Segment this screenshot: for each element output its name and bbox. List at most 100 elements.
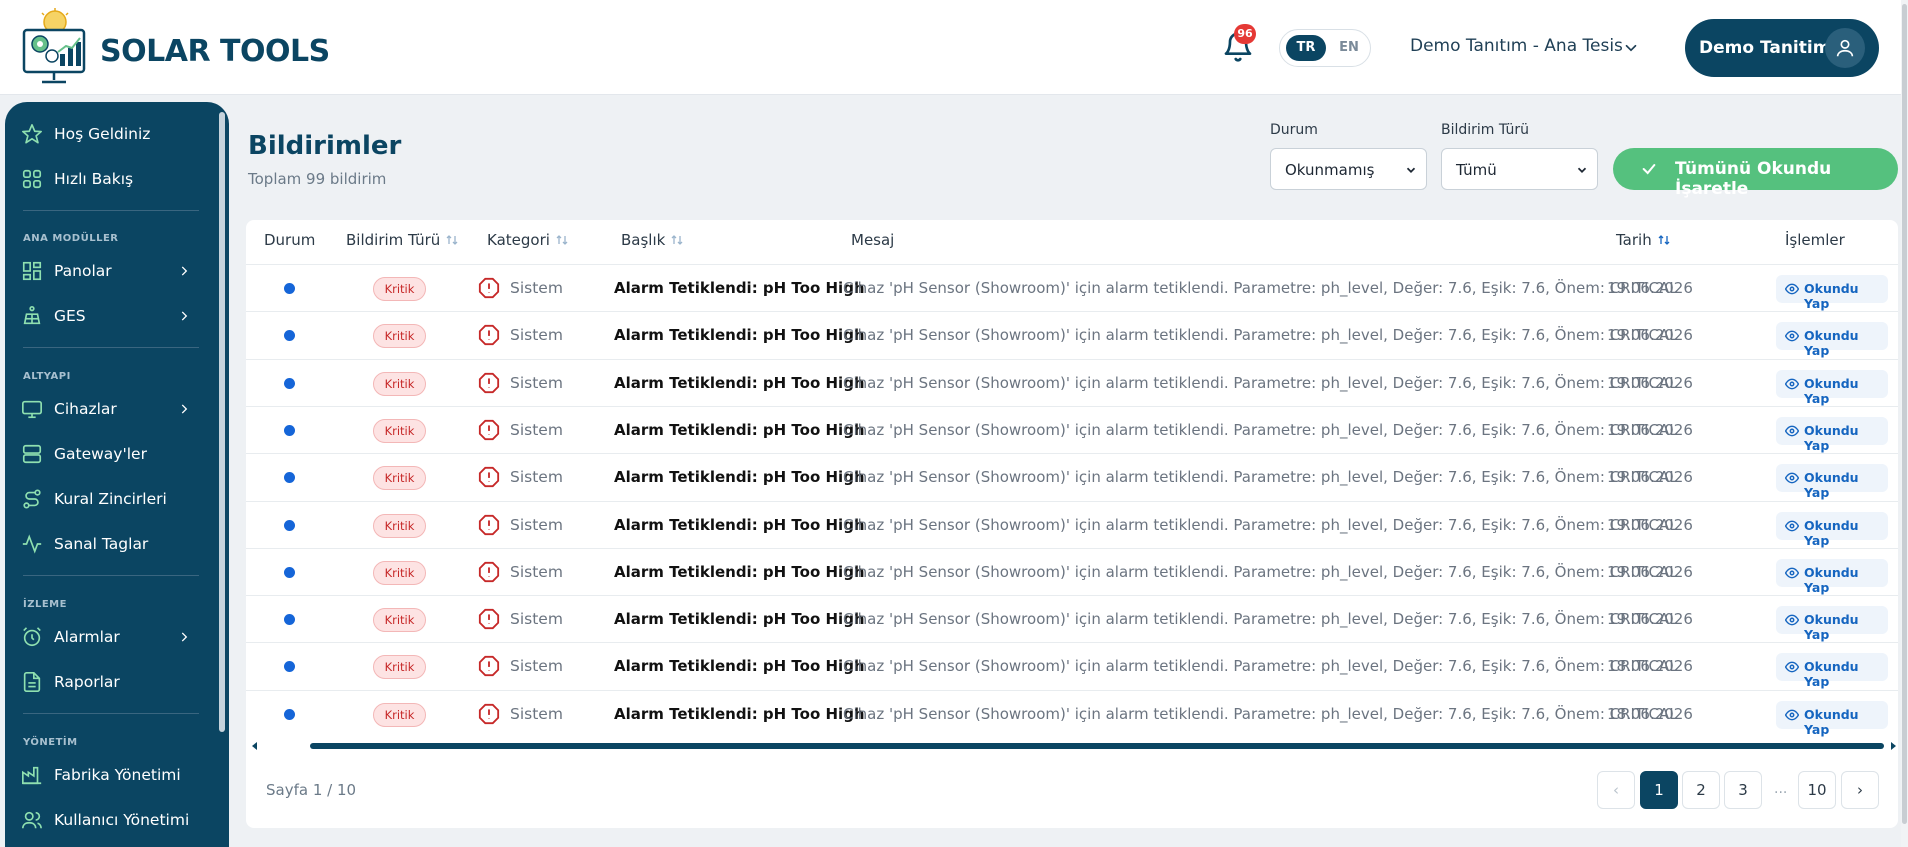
title-cell: Alarm Tetiklendi: pH Too High <box>614 610 865 629</box>
page-3-button[interactable]: 3 <box>1724 771 1762 809</box>
mark-read-button[interactable]: Okundu Yap <box>1776 464 1888 500</box>
type-filter-select[interactable]: Tümü <box>1441 148 1598 190</box>
user-menu-button[interactable]: Demo Tanitim <box>1685 19 1879 77</box>
status-filter-select[interactable]: Okunmamış <box>1270 148 1427 190</box>
sidebar-item-rule-chains[interactable]: Kural Zincirleri <box>5 480 215 518</box>
sidebar-item-virtual-tags[interactable]: Sanal Taglar <box>5 525 215 563</box>
title-cell: Alarm Tetiklendi: pH Too High <box>614 562 865 581</box>
table-row[interactable]: Kritik Sistem Alarm Tetiklendi: pH Too Hig… <box>246 547 1898 595</box>
type-badge: Kritik <box>373 513 426 538</box>
page-scroll-thumb[interactable] <box>1902 4 1907 824</box>
col-header-type[interactable]: Bildirim Türü <box>346 231 458 249</box>
mark-read-button[interactable]: Okundu Yap <box>1776 416 1888 453</box>
type-badge: Kritik <box>373 560 426 585</box>
title-cell: Alarm Tetiklendi: pH Too High <box>614 279 865 297</box>
sidebar-item-reports[interactable]: Raporlar <box>5 663 215 701</box>
scroll-thumb[interactable] <box>310 743 1884 749</box>
col-header-actions: İşlemler <box>1785 231 1845 249</box>
sidebar-item-user-management[interactable]: Kullanıcı Yönetimi <box>5 801 215 839</box>
page-2-button[interactable]: 2 <box>1682 771 1720 809</box>
page-1-button[interactable]: 1 <box>1640 771 1678 809</box>
message-cell: Cihaz 'pH Sensor (Showroom)' için alarm … <box>843 515 1678 534</box>
table-horizontal-scrollbar[interactable] <box>252 740 1896 752</box>
page-10-button[interactable]: 10 <box>1798 771 1836 809</box>
sidebar-section-monitor: İZLEME <box>23 599 67 610</box>
eye-icon <box>1785 662 1799 673</box>
scroll-right-arrow[interactable] <box>1891 742 1896 750</box>
grid-icon <box>22 169 42 189</box>
user-name: Demo Tanitim <box>1699 38 1831 58</box>
category-cell: Sistem <box>510 468 563 487</box>
sidebar-item-devices[interactable]: Cihazlar <box>5 390 215 428</box>
unread-dot <box>284 708 295 720</box>
solar-panel-icon <box>23 306 41 325</box>
table-row[interactable]: Kritik Sistem Alarm Tetiklendi: pH Too Hig… <box>246 689 1898 737</box>
col-header-date-label: Tarih <box>1616 231 1652 249</box>
table-row[interactable]: Kritik Sistem Alarm Tetiklendi: pH Too Hig… <box>246 500 1898 548</box>
route-icon <box>23 489 41 509</box>
table-row[interactable]: Kritik Sistem Alarm Tetiklendi: pH Too Hig… <box>246 264 1898 311</box>
lang-en-button[interactable]: EN <box>1332 35 1366 61</box>
table-row[interactable]: Kritik Sistem Alarm Tetiklendi: pH Too Hig… <box>246 358 1898 406</box>
unread-dot <box>284 519 295 531</box>
col-header-category[interactable]: Kategori <box>487 231 568 249</box>
sidebar-item-label: GES <box>54 307 86 325</box>
col-header-title[interactable]: Başlık <box>621 231 683 249</box>
type-badge: Kritik <box>373 608 426 633</box>
sidebar-item-alarms[interactable]: Alarmlar <box>5 618 215 656</box>
mark-read-button[interactable]: Okundu Yap <box>1776 275 1888 311</box>
next-page-button[interactable]: › <box>1841 771 1879 809</box>
title-cell: Alarm Tetiklendi: pH Too High <box>614 468 865 487</box>
table-row[interactable]: Kritik Sistem Alarm Tetiklendi: pH Too Hig… <box>246 453 1898 500</box>
activity-icon <box>22 534 42 554</box>
col-header-date[interactable]: Tarih <box>1616 231 1670 249</box>
chevron-down-icon <box>1406 167 1416 173</box>
mark-read-button[interactable]: Okundu Yap <box>1776 653 1888 689</box>
mark-read-button[interactable]: Okundu Yap <box>1776 700 1888 737</box>
alert-octagon-icon <box>478 372 500 393</box>
date-cell: 19.06.2026 <box>1607 420 1693 439</box>
category-cell: Sistem <box>510 657 563 676</box>
sidebar-section-main: ANA MODÜLLER <box>23 233 119 244</box>
mark-read-button[interactable]: Okundu Yap <box>1776 369 1888 406</box>
sidebar-item-dashboards[interactable]: Panolar <box>5 252 215 290</box>
sidebar-item-overview[interactable]: Hızlı Bakış <box>5 160 215 198</box>
sidebar-item-label: Kullanıcı Yönetimi <box>54 811 190 829</box>
mark-read-button[interactable]: Okundu Yap <box>1776 606 1888 642</box>
unread-dot <box>284 566 295 578</box>
table-row[interactable]: Kritik Sistem Alarm Tetiklendi: pH Too Hig… <box>246 642 1898 689</box>
sort-icon <box>446 235 458 245</box>
type-filter-value: Tümü <box>1456 161 1497 179</box>
status-filter-label: Durum <box>1270 122 1318 138</box>
sidebar-item-label: Hoş Geldiniz <box>54 125 151 143</box>
mark-all-read-label: Tümünü Okundu İşaretle <box>1675 159 1832 199</box>
sidebar-item-welcome[interactable]: Hoş Geldiniz <box>5 115 215 153</box>
mark-read-label: Okundu Yap <box>1804 612 1859 643</box>
pagination-info: Sayfa 1 / 10 <box>266 781 357 799</box>
page-scrollbar[interactable] <box>1901 0 1908 847</box>
table-row[interactable]: Kritik Sistem Alarm Tetiklendi: pH Too Hig… <box>246 405 1898 453</box>
message-cell: Cihaz 'pH Sensor (Showroom)' için alarm … <box>843 468 1678 487</box>
mark-read-button[interactable]: Okundu Yap <box>1776 558 1888 595</box>
mark-read-button[interactable]: Okundu Yap <box>1776 511 1888 548</box>
eye-icon <box>1785 614 1799 626</box>
table-row[interactable]: Kritik Sistem Alarm Tetiklendi: pH Too Hig… <box>246 595 1898 642</box>
solar-tools-logo-icon <box>22 8 86 84</box>
monitor-icon <box>22 400 42 419</box>
lang-tr-button[interactable]: TR <box>1286 35 1326 61</box>
pagination-ellipsis: ... <box>1774 781 1788 797</box>
sidebar-scrollbar[interactable] <box>219 112 225 732</box>
table-row[interactable]: Kritik Sistem Alarm Tetiklendi: pH Too Hig… <box>246 311 1898 358</box>
sidebar-item-gateways[interactable]: Gateway'ler <box>5 435 215 473</box>
prev-page-button[interactable]: ‹ <box>1597 771 1635 809</box>
facility-selector[interactable]: Demo Tanıtım - Ana Tesis <box>1410 36 1623 56</box>
category-cell: Sistem <box>510 326 563 345</box>
mark-all-read-button[interactable]: Tümünü Okundu İşaretle <box>1613 148 1898 199</box>
mark-read-button[interactable]: Okundu Yap <box>1776 322 1888 358</box>
scroll-left-arrow[interactable] <box>252 742 257 750</box>
sidebar-item-ges[interactable]: GES <box>5 297 215 335</box>
unread-dot <box>284 472 295 484</box>
chevron-down-icon[interactable] <box>1622 39 1640 57</box>
title-cell: Alarm Tetiklendi: pH Too High <box>614 704 865 723</box>
sidebar-item-factory-management[interactable]: Fabrika Yönetimi <box>5 756 215 794</box>
